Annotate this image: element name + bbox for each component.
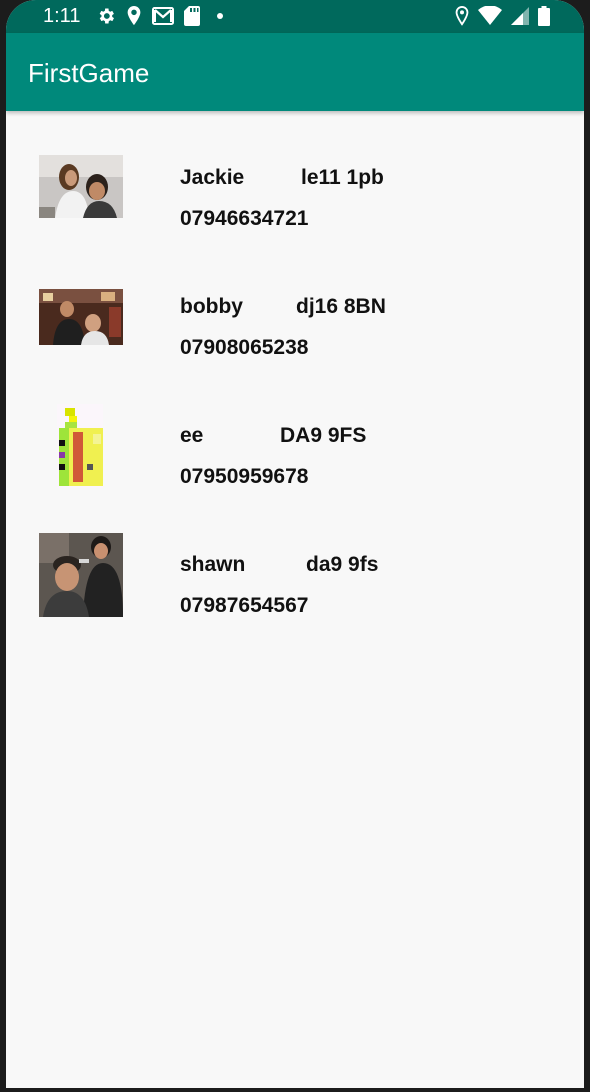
status-notification-icons — [96, 6, 230, 26]
contact-name: Jackie — [180, 166, 245, 189]
location-icon — [455, 6, 469, 26]
location-icon — [127, 6, 141, 26]
signal-icon — [511, 7, 529, 25]
contact-name: ee — [180, 424, 204, 447]
contact-thumbnail — [39, 533, 123, 617]
gmail-icon — [152, 7, 174, 25]
contact-thumbnail — [39, 155, 123, 218]
contact-postcode: dj16 8BN — [296, 295, 386, 318]
contact-name: bobby — [180, 295, 243, 318]
settings-icon — [99, 8, 114, 24]
list-item[interactable]: ee DA9 9FS 07950959678 — [6, 399, 584, 509]
device-screen: 1:11 FirstGame Jackie le11 1pb 079466347… — [6, 0, 584, 1088]
wifi-icon — [478, 6, 502, 25]
status-system-icons — [454, 6, 550, 26]
list-item[interactable]: bobby dj16 8BN 07908065238 — [6, 270, 584, 380]
status-time: 1:11 — [43, 5, 81, 27]
list-item[interactable]: Jackie le11 1pb 07946634721 — [6, 141, 584, 251]
contact-thumbnail — [39, 404, 123, 488]
sd-card-icon — [184, 6, 200, 26]
contact-phone: 07950959678 — [180, 465, 309, 488]
contact-postcode: le11 1pb — [301, 166, 384, 189]
dot-icon — [217, 13, 223, 19]
app-bar: FirstGame — [6, 33, 584, 111]
contact-phone: 07908065238 — [180, 336, 309, 359]
app-title: FirstGame — [28, 58, 150, 88]
contact-phone: 07987654567 — [180, 594, 309, 617]
contact-postcode: DA9 9FS — [280, 424, 367, 447]
battery-icon — [538, 6, 550, 26]
list-item[interactable]: shawn da9 9fs 07987654567 — [6, 528, 584, 638]
contact-name: shawn — [180, 553, 246, 576]
status-bar: 1:11 — [6, 0, 584, 33]
contact-postcode: da9 9fs — [306, 553, 379, 576]
contact-phone: 07946634721 — [180, 207, 309, 230]
contact-thumbnail — [39, 289, 123, 345]
